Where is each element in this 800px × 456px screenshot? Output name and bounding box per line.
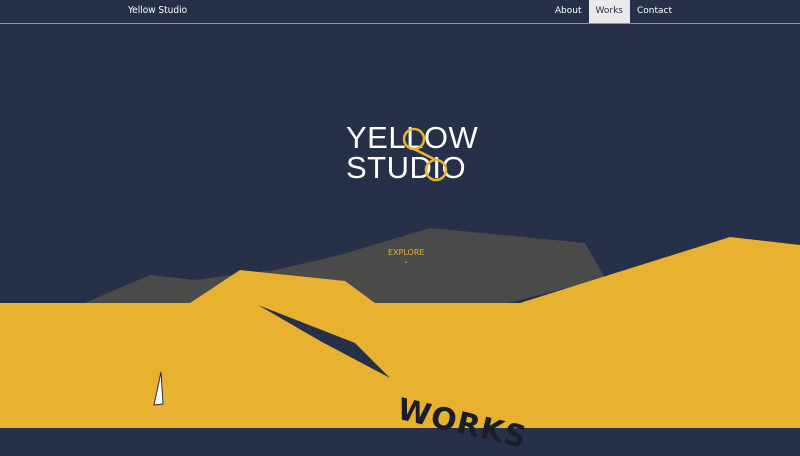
logo-line-studio: STUDIO [346,150,467,185]
top-navbar: Yellow Studio About Works Contact [0,0,800,24]
nav-link-about[interactable]: About [548,0,589,23]
explore-label: EXPLORE [388,248,425,257]
explore-button[interactable]: EXPLORE ⌄ [388,248,424,265]
logo-line-yellow: YELLOW [346,120,479,155]
yellow-studio-logo: YELLOW STUDIO [346,122,478,192]
brand-name[interactable]: Yellow Studio [128,5,187,16]
chevron-down-icon: ⌄ [403,257,410,265]
nav-links: About Works Contact [548,0,800,23]
nav-link-works[interactable]: Works [588,0,630,23]
nav-link-contact[interactable]: Contact [630,0,679,23]
landscape-illustration [0,228,800,428]
